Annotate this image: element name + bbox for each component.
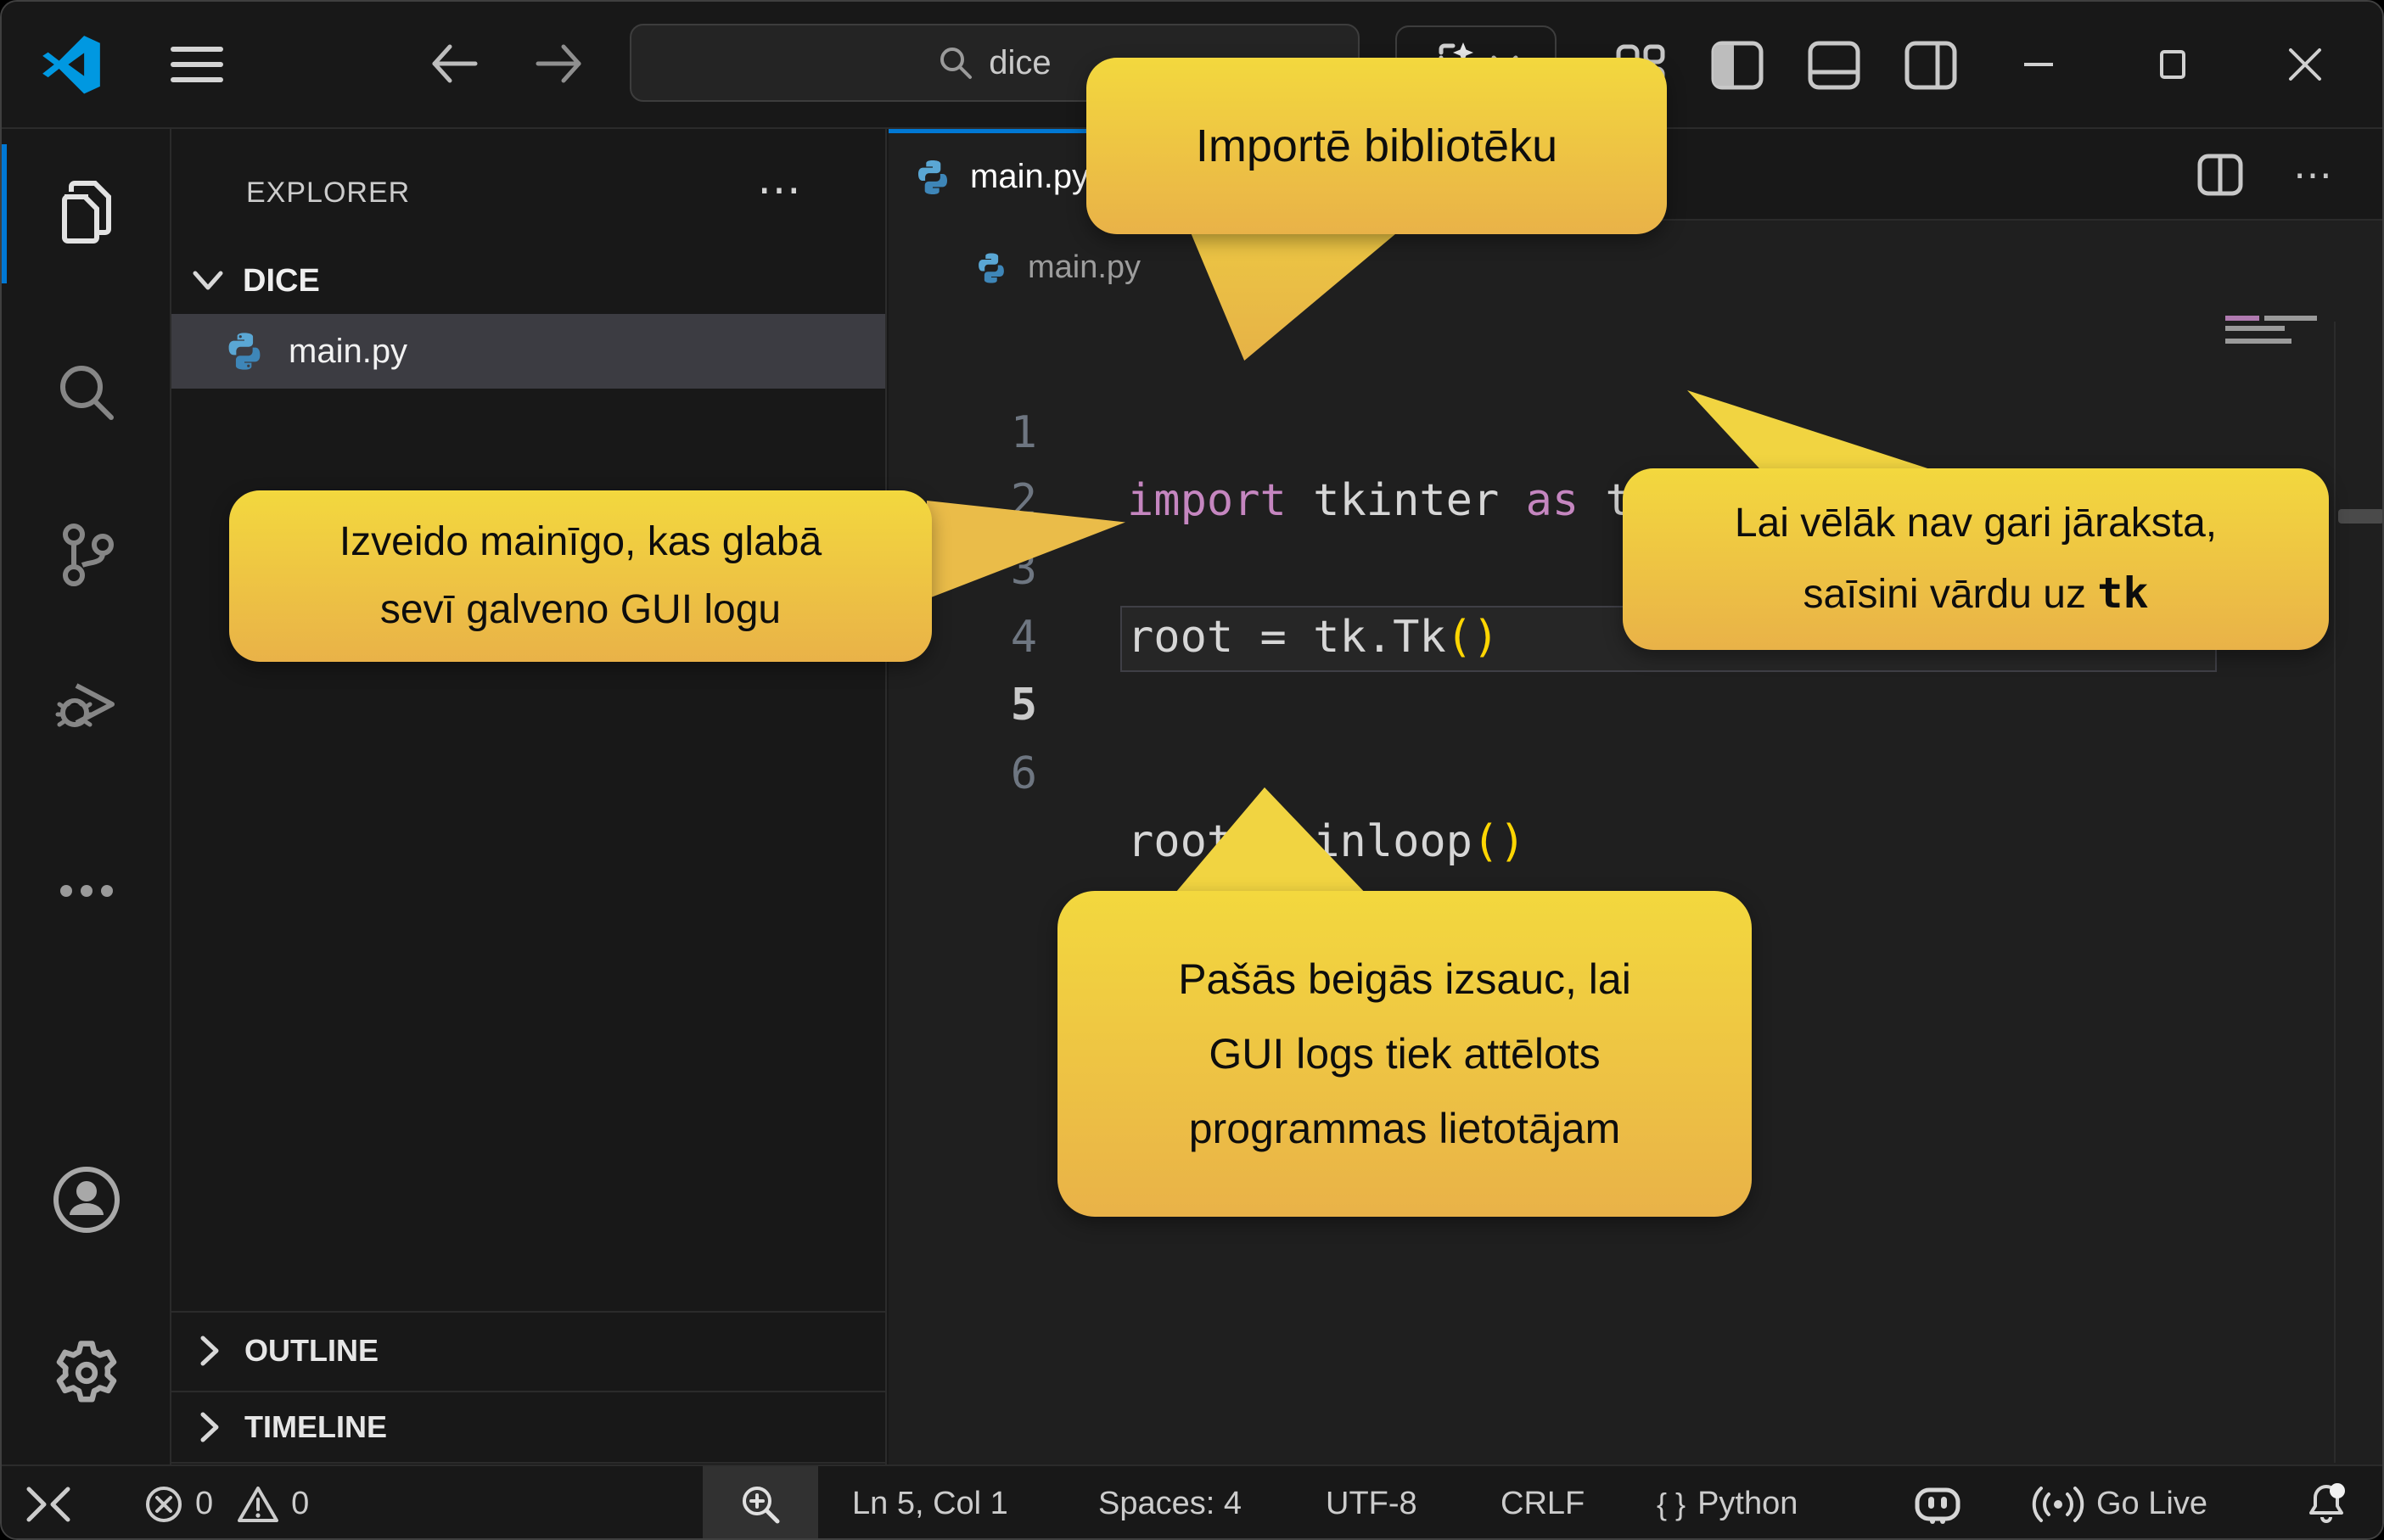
sidebar-more-actions-icon[interactable]: ⋯	[757, 165, 805, 216]
warning-icon	[237, 1485, 279, 1524]
code-line-2[interactable]: 2	[889, 399, 2340, 467]
settings-gear-icon[interactable]	[44, 1330, 129, 1415]
warning-count: 0	[291, 1486, 309, 1522]
callout-text: Importē bibliotēku	[1196, 120, 1557, 172]
search-icon	[938, 45, 973, 81]
active-view-indicator	[2, 144, 7, 283]
editor-more-actions-icon[interactable]: ⋯	[2293, 152, 2335, 198]
minimize-button[interactable]	[2006, 32, 2071, 97]
callout-shorten-name: Lai vēlāk nav gari jāraksta, saīsini vār…	[1623, 468, 2329, 650]
file-row-mainpy[interactable]: main.py	[171, 314, 885, 389]
python-file-icon	[973, 250, 1009, 286]
sidebar-header: EXPLORER ⋯	[171, 170, 885, 217]
code-line-1[interactable]: 1 import tkinter as tk	[889, 331, 2340, 399]
problems-indicator[interactable]: 0 0	[144, 1466, 309, 1540]
sidebar-title: EXPLORER	[246, 176, 410, 210]
tab-label: main.py	[970, 158, 1089, 196]
timeline-section-header[interactable]: TIMELINE	[171, 1391, 885, 1464]
split-editor-icon[interactable]	[2196, 153, 2244, 197]
source-control-icon[interactable]	[44, 512, 129, 597]
eol-indicator[interactable]: CRLF	[1501, 1466, 1585, 1540]
callout-text: saīsini vārdu uz tk	[1803, 558, 2148, 630]
callout-import-library: Importē bibliotēku	[1086, 58, 1667, 234]
toggle-primary-sidebar-icon[interactable]	[1709, 39, 1765, 92]
indentation-indicator[interactable]: Spaces: 4	[1098, 1466, 1242, 1540]
file-label: main.py	[289, 333, 407, 371]
explorer-icon[interactable]	[44, 170, 129, 255]
callout-text: Lai vēlāk nav gari jāraksta,	[1735, 489, 2217, 558]
code-token: ()	[1472, 816, 1526, 867]
copilot-status-icon[interactable]	[1913, 1466, 1962, 1540]
nav-forward-button[interactable]	[533, 39, 586, 88]
run-and-debug-icon[interactable]	[44, 662, 129, 747]
close-button[interactable]	[2273, 32, 2337, 97]
language-mode[interactable]: { } Python	[1657, 1466, 1798, 1540]
callout-text: Pašās beigās izsauc, lai	[1178, 942, 1631, 1016]
editor-group: main.py ⋯ main.py 1 import tkinter as tk…	[889, 129, 2384, 1464]
explorer-sidebar: EXPLORER ⋯ DICE main.py OUTLINE TIMELINE	[171, 129, 887, 1464]
activity-bar	[2, 129, 171, 1464]
callout-text: sevī galveno GUI logu	[380, 576, 781, 644]
error-icon	[144, 1485, 183, 1524]
broadcast-icon	[2032, 1483, 2084, 1526]
nav-back-button[interactable]	[428, 39, 480, 88]
toggle-secondary-sidebar-icon[interactable]	[1903, 39, 1959, 92]
cursor-position[interactable]: Ln 5, Col 1	[852, 1466, 1008, 1540]
braces-icon: { }	[1657, 1487, 1686, 1522]
more-views-icon[interactable]	[44, 848, 129, 933]
callout-text: GUI logs tiek attēlots	[1209, 1016, 1600, 1091]
python-file-icon	[222, 329, 266, 373]
vscode-window: dice	[0, 0, 2384, 1540]
outline-section-header[interactable]: OUTLINE	[171, 1311, 885, 1389]
zoom-indicator[interactable]	[703, 1466, 818, 1540]
go-live-button[interactable]: Go Live	[2032, 1466, 2207, 1540]
search-view-icon[interactable]	[44, 351, 129, 436]
minimap[interactable]	[2225, 316, 2259, 321]
minimap[interactable]	[2225, 326, 2285, 331]
scrollbar-thumb[interactable]	[2338, 509, 2384, 524]
folder-label: DICE	[243, 263, 320, 300]
search-value: dice	[989, 44, 1051, 82]
menu-icon[interactable]	[170, 44, 224, 85]
python-file-icon	[912, 157, 953, 198]
line-number: 6	[952, 740, 1037, 808]
folder-row-dice[interactable]: DICE	[171, 255, 885, 307]
notifications-bell-icon[interactable]	[2303, 1466, 2349, 1540]
breadcrumb-label: main.py	[1028, 249, 1141, 286]
callout-text: Izveido mainīgo, kas glabā	[339, 508, 822, 576]
timeline-label: TIMELINE	[244, 1409, 387, 1445]
minimap[interactable]	[2264, 316, 2317, 321]
accounts-icon[interactable]	[44, 1157, 129, 1242]
encoding-indicator[interactable]: UTF-8	[1326, 1466, 1417, 1540]
maximize-button[interactable]	[2140, 32, 2205, 97]
callout-mainloop: Pašās beigās izsauc, lai GUI logs tiek a…	[1057, 891, 1752, 1217]
callout-text: programmas lietotājam	[1189, 1091, 1621, 1166]
editor-actions: ⋯	[2196, 129, 2335, 221]
breadcrumb[interactable]: main.py	[973, 249, 1141, 286]
error-count: 0	[195, 1486, 213, 1522]
status-bar: 0 0 Ln 5, Col 1 Spaces: 4 UTF-8 CRLF { }…	[2, 1464, 2384, 1540]
remote-indicator[interactable]	[24, 1466, 73, 1540]
callout-code-tk: tk	[2097, 568, 2148, 618]
chevron-down-icon	[192, 270, 224, 292]
callout-create-variable: Izveido mainīgo, kas glabā sevī galveno …	[229, 490, 932, 662]
minimap-border	[2334, 322, 2336, 1463]
minimap[interactable]	[2225, 339, 2291, 344]
toggle-panel-icon[interactable]	[1806, 39, 1862, 92]
vscode-logo-icon	[41, 32, 102, 97]
code-line-6[interactable]: 6 root.mainloop()	[889, 672, 2340, 740]
outline-label: OUTLINE	[244, 1333, 379, 1369]
